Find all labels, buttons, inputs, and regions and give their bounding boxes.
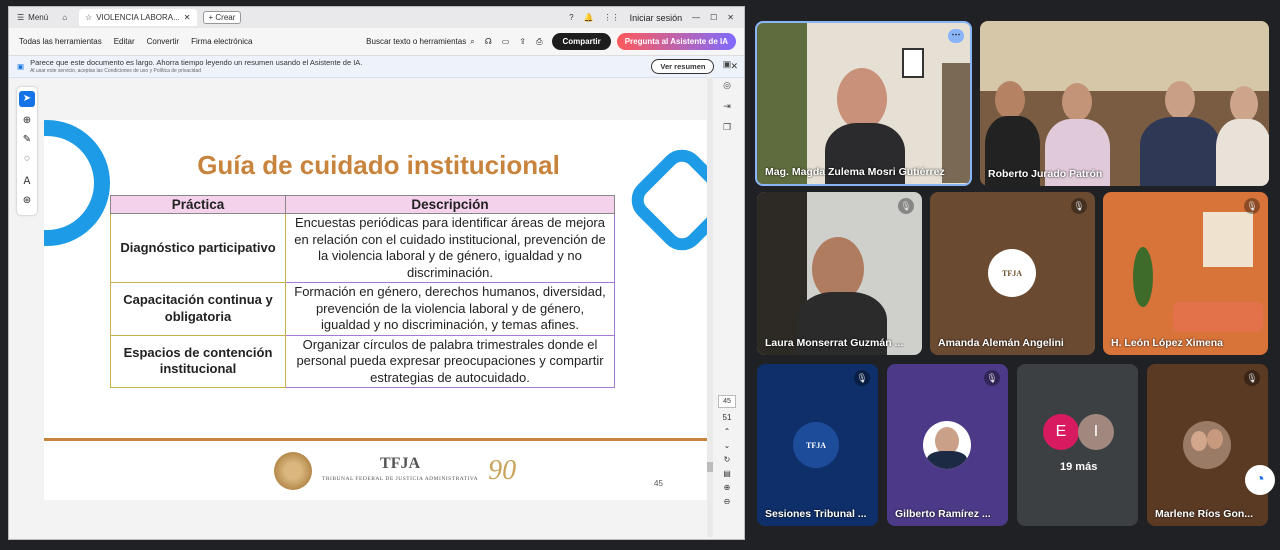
document-icon[interactable]: ▤: [723, 469, 731, 478]
more-participants-label: 19 más: [1060, 461, 1098, 473]
bell-icon[interactable]: 🔔: [584, 13, 594, 22]
zoom-out-icon[interactable]: ⊖: [724, 497, 731, 506]
ai-banner: ▣ Parece que este documento es largo. Ah…: [9, 56, 744, 78]
print-icon[interactable]: ⎙: [536, 37, 542, 47]
text-tool-icon[interactable]: Ａ: [22, 172, 32, 187]
export-icon[interactable]: ⇥: [723, 101, 731, 112]
mic-muted-icon: 🎙: [898, 198, 914, 214]
new-button[interactable]: + Crear: [202, 11, 242, 24]
mic-muted-icon: 🎙: [984, 370, 1000, 386]
tfja-logo: TFJA TRIBUNAL FEDERAL DE JUSTICIA ADMINI…: [322, 454, 479, 482]
menu-button[interactable]: ☰ Menú ⌂: [9, 13, 73, 22]
search-field[interactable]: Buscar texto o herramientas ⌕: [366, 37, 475, 47]
minimize-icon[interactable]: —: [692, 13, 700, 22]
current-page-input[interactable]: 45: [718, 395, 736, 408]
pdf-viewer-window: ☰ Menú ⌂ ☆ VIOLENCIA LABORA... ✕ + Crear…: [8, 6, 745, 540]
comment-icon[interactable]: ◎: [723, 80, 731, 91]
zoom-in-icon[interactable]: ⊕: [724, 483, 731, 492]
toolbar-sign[interactable]: Firma electrónica: [191, 37, 252, 46]
vertical-scrollbar[interactable]: [707, 77, 713, 537]
footer-line: [44, 438, 713, 441]
apps-icon[interactable]: ⋮⋮: [604, 13, 620, 22]
participant-tile[interactable]: 🎙 Laura Monserrat Guzmán ...: [757, 192, 922, 355]
main-toolbar: Todas las herramientas Editar Convertir …: [9, 28, 744, 56]
save-icon[interactable]: ▭: [502, 37, 510, 47]
select-tool-icon[interactable]: ➤: [19, 91, 35, 107]
others-tile[interactable]: E I 19 más: [1017, 364, 1138, 526]
toolbar-convert[interactable]: Convertir: [147, 37, 179, 46]
pages-icon[interactable]: ❐: [723, 122, 731, 133]
ai-icon: ▣: [17, 62, 25, 71]
header-description: Descripción: [285, 195, 615, 214]
practice-cell: Espacios de contención institucional: [110, 334, 286, 388]
lasso-tool-icon[interactable]: ◌: [24, 153, 30, 164]
zoom-tool-icon[interactable]: ⊕: [23, 115, 31, 126]
participant-avatar: E: [1043, 414, 1079, 450]
toolbar-edit[interactable]: Editar: [114, 37, 135, 46]
mexico-seal-logo: [274, 452, 312, 490]
search-icon[interactable]: ⌕: [470, 37, 474, 47]
refresh-icon[interactable]: ↻: [724, 455, 731, 464]
left-toolbar: ➤ ⊕ ✎ ◌ Ａ ⊛: [17, 87, 37, 215]
home-icon[interactable]: ⌂: [62, 13, 67, 22]
table-row: Capacitación continua y obligatoria Form…: [110, 282, 615, 336]
tab-document[interactable]: ☆ VIOLENCIA LABORA... ✕: [79, 9, 197, 26]
stamp-tool-icon[interactable]: ⊛: [23, 195, 31, 206]
participant-tile[interactable]: TFJA 🎙 Sesiones Tribunal ...: [757, 364, 878, 526]
participant-tile[interactable]: ⋯ Mag. Magda Zulema Mosri Gutiérrez: [755, 21, 972, 186]
total-pages: 51: [722, 413, 732, 422]
participant-avatar: I: [1078, 414, 1114, 450]
page-controls: 45 51 ⌃ ⌄ ↻ ▤ ⊕ ⊖: [718, 395, 736, 506]
participant-tile[interactable]: 🎙 H. León López Ximena: [1103, 192, 1268, 355]
view-summary-button[interactable]: Ver resumen: [651, 59, 715, 74]
table-row: Espacios de contención institucional Org…: [110, 334, 615, 388]
tab-bar: ☰ Menú ⌂ ☆ VIOLENCIA LABORA... ✕ + Crear…: [9, 7, 744, 28]
mic-muted-icon: 🎙: [854, 370, 870, 386]
maximize-icon[interactable]: ☐: [710, 13, 717, 22]
hamburger-icon: ☰: [17, 13, 25, 22]
upload-icon[interactable]: ⇪: [519, 37, 526, 47]
practice-cell: Capacitación continua y obligatoria: [110, 282, 286, 336]
page-up-icon[interactable]: ⌃: [724, 427, 731, 436]
anniversary-logo: 90: [488, 455, 517, 486]
help-icon[interactable]: ?: [569, 13, 573, 22]
participant-tile[interactable]: TFJA 🎙 Amanda Alemán Angelini: [930, 192, 1095, 355]
slide-title: Guía de cuidado institucional: [197, 150, 560, 180]
decorative-ring-left: [44, 120, 110, 246]
headphones-icon[interactable]: ☊: [485, 37, 492, 47]
description-cell: Organizar círculos de palabra trimestral…: [285, 334, 615, 388]
table-row: Diagnóstico participativo Encuestas peri…: [110, 213, 615, 283]
slide-footer: TFJA TRIBUNAL FEDERAL DE JUSTICIA ADMINI…: [274, 452, 516, 490]
right-toolbar: ▣ ◎ ⇥ ❐: [718, 59, 736, 133]
description-cell: Formación en género, derechos humanos, d…: [285, 282, 615, 336]
participant-tile[interactable]: 🎙 Marlene Ríos Gon...: [1147, 364, 1268, 526]
sign-in-link[interactable]: Iniciar sesión: [630, 13, 683, 23]
draw-tool-icon[interactable]: ✎: [23, 134, 31, 145]
mic-muted-icon: 🎙: [1244, 198, 1260, 214]
practice-cell: Diagnóstico participativo: [110, 213, 286, 283]
guide-table: Práctica Descripción Diagnóstico partici…: [110, 195, 615, 388]
ai-assistant-icon[interactable]: ▣: [723, 59, 732, 70]
pdf-page: Guía de cuidado institucional Práctica D…: [44, 120, 713, 500]
mic-muted-icon: 🎙: [1244, 370, 1260, 386]
close-tab-icon[interactable]: ✕: [184, 13, 191, 22]
page-down-icon[interactable]: ⌄: [724, 441, 731, 450]
description-cell: Encuestas periódicas para identificar ár…: [285, 213, 615, 283]
tfja-avatar-logo: TFJA: [988, 249, 1036, 297]
slide-page-number: 45: [654, 479, 663, 488]
mic-muted-icon: 🎙: [1071, 198, 1087, 214]
tfja-avatar-logo: TFJA: [793, 422, 839, 468]
more-options-icon[interactable]: ⋯: [948, 29, 964, 43]
toolbar-all-tools[interactable]: Todas las herramientas: [19, 37, 102, 46]
participant-tile[interactable]: 🎙 Gilberto Ramírez ...: [887, 364, 1008, 526]
star-icon[interactable]: ☆: [85, 13, 92, 22]
participant-tile[interactable]: Roberto Jurado Patrón: [980, 21, 1269, 186]
chat-fab-icon[interactable]: ◔: [1245, 465, 1275, 495]
header-practice: Práctica: [110, 195, 286, 214]
ask-ai-button[interactable]: Pregunta al Asistente de IA: [616, 33, 736, 50]
close-window-icon[interactable]: ✕: [727, 13, 734, 22]
share-button[interactable]: Compartir: [552, 33, 611, 50]
